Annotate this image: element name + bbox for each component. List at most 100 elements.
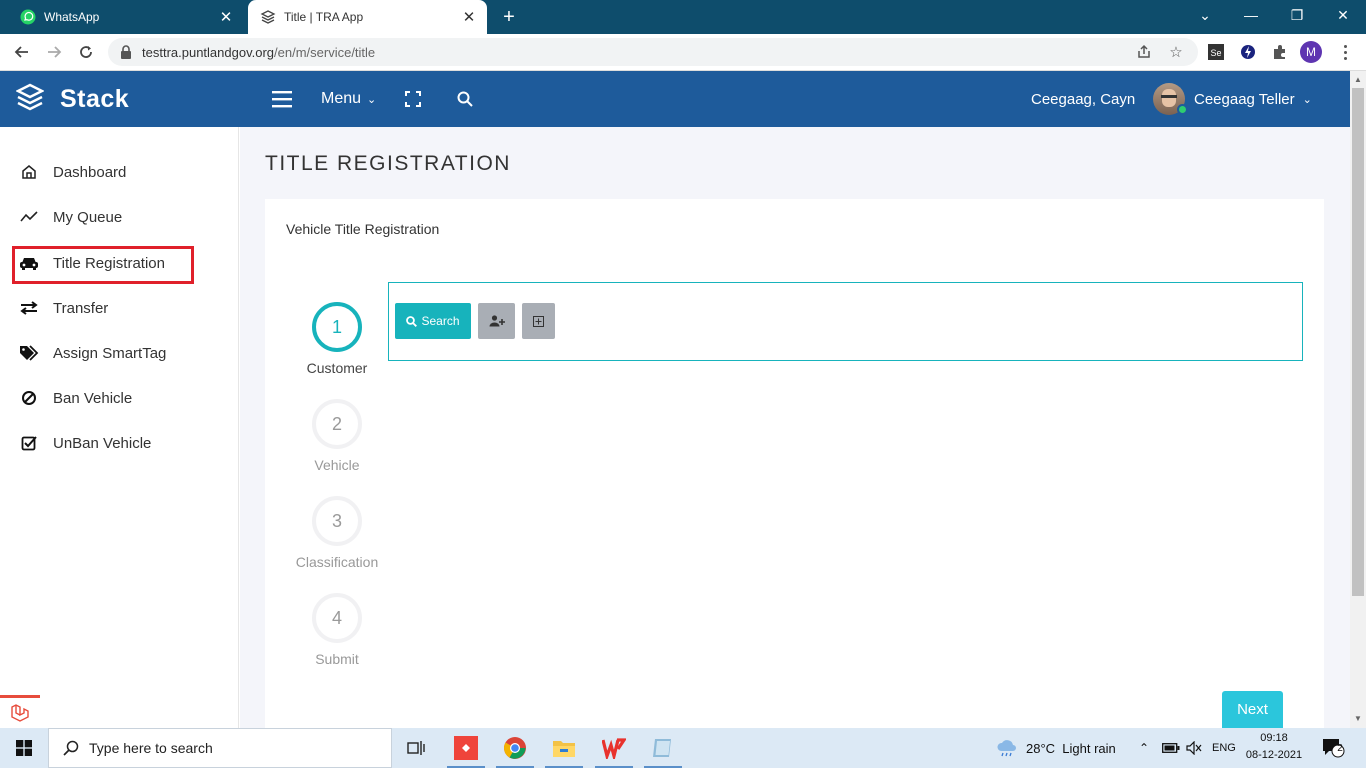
profile-avatar[interactable]: M xyxy=(1300,41,1322,63)
sidebar-item-assign-smarttag[interactable]: Assign SmartTag xyxy=(0,333,239,373)
step-submit[interactable]: 4 Submit xyxy=(292,593,382,667)
step-label: Customer xyxy=(306,360,368,376)
sidebar-item-label: UnBan Vehicle xyxy=(53,434,152,452)
scroll-down-arrow-icon[interactable]: ▼ xyxy=(1350,710,1366,726)
notification-center-icon[interactable]: 2 xyxy=(1320,736,1346,760)
notes-app-icon[interactable] xyxy=(640,728,686,768)
brand-logo[interactable]: Stack xyxy=(15,83,130,116)
tab-label: Title | TRA App xyxy=(284,10,364,24)
file-explorer-icon[interactable] xyxy=(541,728,587,768)
expand-button[interactable] xyxy=(522,303,555,339)
app-header: Stack Menu ⌄ Ceegaag, Cayn Ceegaag Telle… xyxy=(0,71,1350,127)
trend-line-icon xyxy=(19,207,39,227)
sidebar-item-dashboard[interactable]: Dashboard xyxy=(0,152,239,192)
step-vehicle[interactable]: 2 Vehicle xyxy=(292,399,382,473)
scrollbar-thumb[interactable] xyxy=(1352,88,1364,596)
svg-text:Se: Se xyxy=(1210,48,1221,58)
next-button[interactable]: Next xyxy=(1222,691,1283,728)
menu-dropdown-button[interactable]: Menu ⌄ xyxy=(321,85,376,113)
brand-name: Stack xyxy=(60,84,130,113)
weather-widget[interactable]: 28°C Light rain xyxy=(996,728,1116,768)
ban-icon xyxy=(19,388,39,408)
user-name: Ceegaag Teller xyxy=(1194,90,1295,108)
back-arrow-icon[interactable] xyxy=(8,38,36,66)
step-classification[interactable]: 3 Classification xyxy=(292,496,382,570)
taskbar-search-box[interactable]: Type here to search xyxy=(48,728,392,768)
hamburger-menu-icon[interactable] xyxy=(272,85,294,113)
search-button-label: Search xyxy=(421,314,460,328)
selenium-extension-icon[interactable]: Se xyxy=(1205,41,1227,63)
user-menu[interactable]: Ceegaag Teller ⌄ xyxy=(1194,83,1312,115)
weather-text: 28°C Light rain xyxy=(1026,740,1116,756)
bookmark-star-icon[interactable]: ☆ xyxy=(1166,42,1186,62)
input-language[interactable]: ENG xyxy=(1212,728,1236,768)
sidebar-item-my-queue[interactable]: My Queue xyxy=(0,197,239,237)
user-plus-icon xyxy=(489,315,505,327)
add-customer-button[interactable] xyxy=(478,303,515,339)
new-tab-icon[interactable]: + xyxy=(498,6,520,28)
search-customer-button[interactable]: Search xyxy=(395,303,471,339)
step-number: 4 xyxy=(312,593,362,643)
search-icon xyxy=(63,740,79,756)
sidebar-item-unban-vehicle[interactable]: UnBan Vehicle xyxy=(0,423,239,463)
laravel-debugbar-icon[interactable] xyxy=(0,695,40,728)
wps-office-icon[interactable] xyxy=(591,728,637,768)
close-window-icon[interactable]: ✕ xyxy=(1320,0,1366,30)
chevron-up-icon[interactable]: ⌃ xyxy=(1139,728,1149,768)
url-path: /en/m/service/title xyxy=(274,44,376,60)
sidebar-item-transfer[interactable]: Transfer xyxy=(0,288,239,328)
step-number: 1 xyxy=(312,302,362,352)
speaker-muted-icon[interactable] xyxy=(1186,728,1202,768)
url-host: testtra.puntlandgov.org xyxy=(142,44,275,60)
tags-icon xyxy=(19,343,39,363)
sidebar-item-label: Ban Vehicle xyxy=(53,389,133,407)
online-status-indicator xyxy=(1177,104,1188,115)
share-icon[interactable] xyxy=(1134,42,1154,62)
extension-bolt-icon[interactable] xyxy=(1237,41,1259,63)
taskbar-search-placeholder: Type here to search xyxy=(89,740,213,756)
sidebar-item-ban-vehicle[interactable]: Ban Vehicle xyxy=(0,378,239,418)
card-title: Vehicle Title Registration xyxy=(286,221,440,237)
task-view-icon[interactable] xyxy=(393,728,439,768)
check-square-icon xyxy=(19,433,39,453)
clock-date: 08-12-2021 xyxy=(1245,749,1303,761)
sidebar-item-label: Transfer xyxy=(53,299,109,317)
clock-time: 09:18 xyxy=(1260,732,1288,744)
step-label: Classification xyxy=(295,554,379,570)
search-icon xyxy=(406,315,418,327)
lock-icon xyxy=(120,45,134,59)
anydesk-app-icon[interactable] xyxy=(443,728,489,768)
browser-toolbar: testtra.puntlandgov.org/en/m/service/tit… xyxy=(0,34,1366,71)
step-customer[interactable]: 1 Customer xyxy=(292,302,382,376)
tab-whatsapp[interactable]: WhatsApp ✕ xyxy=(8,0,244,34)
browser-tab-strip: WhatsApp ✕ Title | TRA App ✕ + ⌄ — ❐ ✕ xyxy=(0,0,1366,34)
close-tab-icon[interactable]: ✕ xyxy=(216,7,236,27)
exchange-arrows-icon xyxy=(19,298,39,318)
sidebar-item-label: My Queue xyxy=(53,208,123,226)
menu-label: Menu xyxy=(321,90,362,107)
address-bar[interactable]: testtra.puntlandgov.org/en/m/service/tit… xyxy=(108,38,1198,66)
tab-search-chevron-icon[interactable]: ⌄ xyxy=(1182,0,1228,30)
fullscreen-icon[interactable] xyxy=(405,85,421,113)
extensions-puzzle-icon[interactable] xyxy=(1269,41,1291,63)
minimize-icon[interactable]: — xyxy=(1228,0,1274,30)
chrome-app-icon[interactable] xyxy=(492,728,538,768)
browser-menu-icon[interactable] xyxy=(1336,41,1354,63)
notification-count: 2 xyxy=(1337,743,1343,754)
windows-start-icon[interactable] xyxy=(0,728,48,768)
battery-icon[interactable] xyxy=(1162,728,1180,768)
search-icon[interactable] xyxy=(457,85,473,113)
close-tab-icon[interactable]: ✕ xyxy=(459,7,479,27)
sidebar-item-label: Dashboard xyxy=(53,163,127,181)
stack-logo-icon xyxy=(15,83,45,116)
system-clock[interactable]: 09:18 08-12-2021 xyxy=(1244,730,1304,764)
tab-label: WhatsApp xyxy=(44,10,100,24)
reload-icon[interactable] xyxy=(72,38,100,66)
selected-item-highlight xyxy=(12,246,194,284)
forward-arrow-icon[interactable] xyxy=(40,38,68,66)
tab-title-tra-app[interactable]: Title | TRA App ✕ xyxy=(248,0,487,34)
step-label: Submit xyxy=(315,651,359,667)
home-icon xyxy=(19,162,39,182)
restore-icon[interactable]: ❐ xyxy=(1274,0,1320,30)
scroll-up-arrow-icon[interactable]: ▲ xyxy=(1350,71,1366,87)
